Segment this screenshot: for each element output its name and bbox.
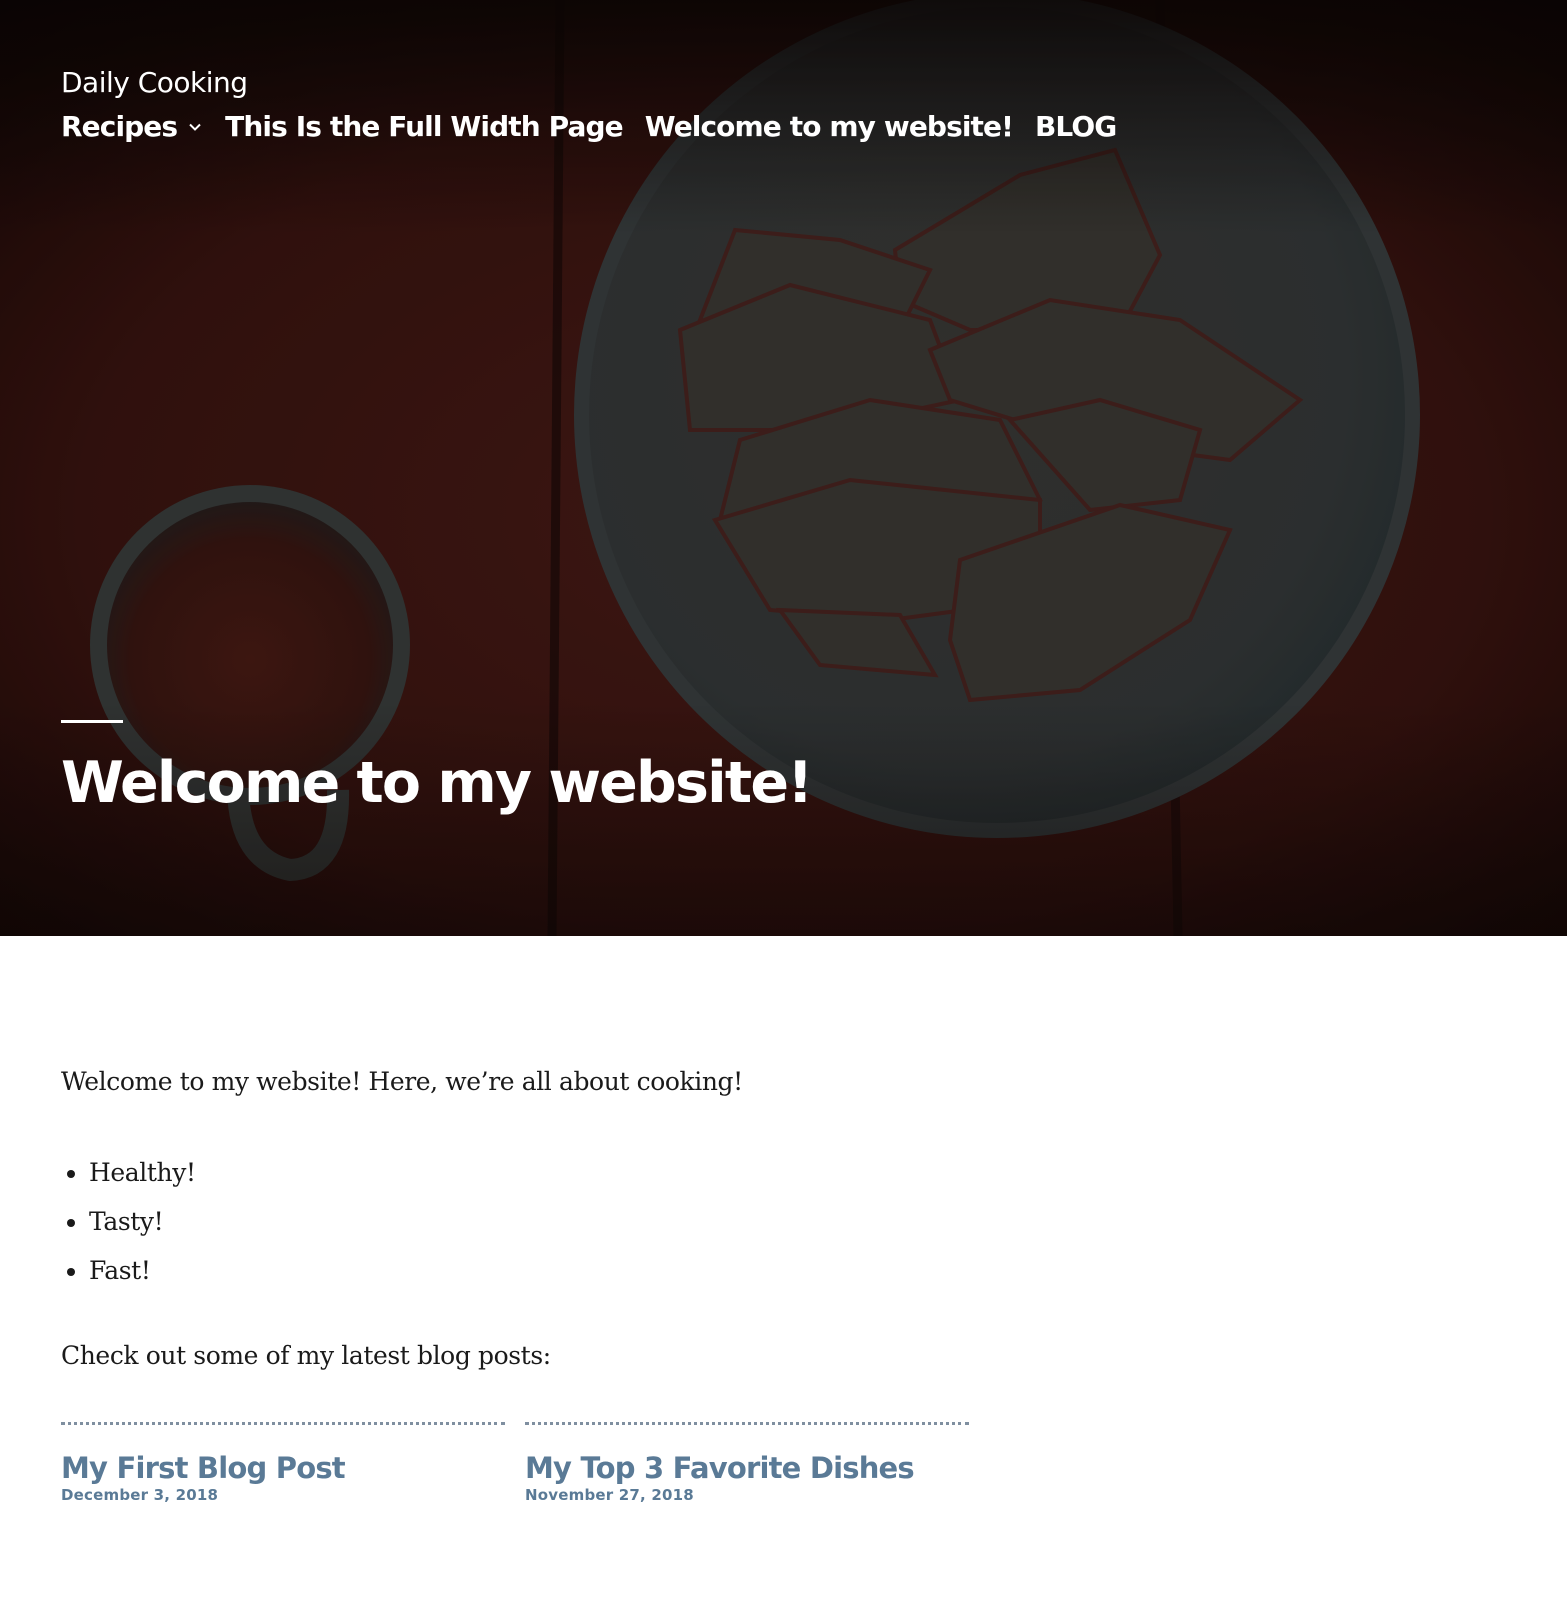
title-divider <box>61 720 123 723</box>
latest-posts: My First Blog Post December 3, 2018 My T… <box>61 1422 969 1504</box>
post-card: My First Blog Post December 3, 2018 <box>61 1422 505 1504</box>
list-item: Fast! <box>89 1246 1061 1295</box>
post-date: December 3, 2018 <box>61 1486 219 1505</box>
feature-list: Healthy! Tasty! Fast! <box>61 1148 1061 1295</box>
post-date: November 27, 2018 <box>525 1486 694 1505</box>
nav-item-full-width-page[interactable]: This Is the Full Width Page <box>225 110 623 143</box>
chevron-down-icon[interactable] <box>187 119 203 135</box>
list-item: Tasty! <box>89 1197 1061 1246</box>
list-item: Healthy! <box>89 1148 1061 1197</box>
main-navigation: Recipes This Is the Full Width Page Welc… <box>61 110 1117 143</box>
nav-item-recipes[interactable]: Recipes <box>61 110 203 143</box>
post-card: My Top 3 Favorite Dishes November 27, 20… <box>525 1422 969 1504</box>
site-title[interactable]: Daily Cooking <box>61 66 248 100</box>
latest-posts-intro: Check out some of my latest blog posts: <box>61 1341 551 1370</box>
hero-header: Daily Cooking Recipes This Is the Full W… <box>0 0 1567 936</box>
page-title: Welcome to my website! <box>61 750 813 816</box>
post-title-link[interactable]: My Top 3 Favorite Dishes <box>525 1453 969 1484</box>
intro-paragraph: Welcome to my website! Here, we’re all a… <box>61 1067 743 1096</box>
nav-item-blog[interactable]: BLOG <box>1035 110 1117 143</box>
post-title-link[interactable]: My First Blog Post <box>61 1453 505 1484</box>
nav-item-welcome[interactable]: Welcome to my website! <box>645 110 1014 143</box>
nav-item-recipes-label: Recipes <box>61 110 178 143</box>
page-content: Welcome to my website! Here, we’re all a… <box>61 1062 1061 1376</box>
